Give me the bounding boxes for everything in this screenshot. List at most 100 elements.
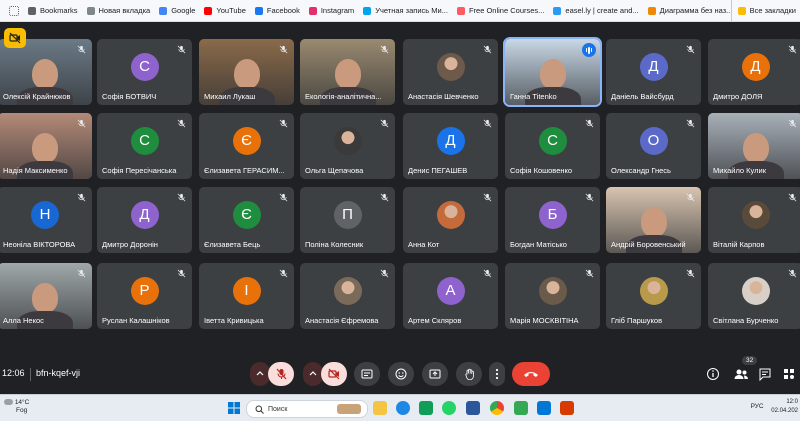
participant-tile[interactable]: Д Дмитро Доронін <box>97 187 192 253</box>
participant-tile[interactable]: С Софія Кошовенко <box>505 113 600 179</box>
bookmark-item[interactable]: easel.ly | create and... <box>553 6 639 15</box>
participant-tile[interactable]: Анастасія Шевченко <box>403 39 498 105</box>
chat-button[interactable] <box>758 367 772 382</box>
participant-tile[interactable]: Олексій Крайнюков <box>0 39 92 105</box>
all-bookmarks-button[interactable]: Все закладки <box>730 0 796 21</box>
participant-tile[interactable]: Гліб Паршуков <box>606 263 701 329</box>
mic-off-icon <box>686 45 695 54</box>
bookmark-item[interactable]: Facebook <box>254 6 300 15</box>
present-button[interactable] <box>422 362 448 386</box>
mic-off-icon <box>77 45 86 54</box>
participant-tile[interactable]: Андрій Боровенський <box>606 187 701 253</box>
bookmark-item[interactable]: Учетная запись Ми... <box>363 6 448 15</box>
facebook-icon <box>254 6 263 15</box>
store-icon[interactable] <box>419 401 433 415</box>
raise-hand-button[interactable] <box>456 362 482 386</box>
edge-icon[interactable] <box>396 401 410 415</box>
bookmark-item[interactable]: Free Online Courses... <box>456 6 545 15</box>
participant-tile[interactable]: Михаил Лукаш <box>199 39 294 105</box>
easelly-icon <box>553 6 562 15</box>
start-button[interactable] <box>228 401 240 414</box>
camera-toggle-button[interactable] <box>321 362 347 386</box>
participant-tile[interactable]: Д Дмитро ДОЛЯ <box>708 39 800 105</box>
mail-icon[interactable] <box>537 401 551 415</box>
bookmark-item[interactable]: Bookmarks <box>28 6 78 15</box>
participant-tile[interactable]: П Поліна Колесник <box>300 187 395 253</box>
bookmark-label: Free Online Courses... <box>468 6 545 15</box>
apps-button[interactable] <box>9 5 19 16</box>
mic-options-button[interactable] <box>250 362 270 386</box>
mic-off-icon <box>788 45 797 54</box>
participant-tile[interactable]: Д Даніель Вайсбурд <box>606 39 701 105</box>
participant-tile[interactable]: Б Богдан Матісько <box>505 187 600 253</box>
bookmark-item[interactable]: Instagram <box>308 6 354 15</box>
participant-tile[interactable]: Віталій Карпов <box>708 187 800 253</box>
participant-name: Алла Некос <box>3 316 44 325</box>
more-vert-icon <box>495 368 499 380</box>
mic-off-icon <box>483 193 492 202</box>
camera-options-button[interactable] <box>303 362 323 386</box>
weather-widget[interactable]: 14°C Fog <box>4 399 29 415</box>
participant-tile[interactable]: Марія МОСКВІТІНА <box>505 263 600 329</box>
leave-call-button[interactable] <box>512 362 550 386</box>
participant-tile[interactable]: Д Денис ПЕГАШЕВ <box>403 113 498 179</box>
mic-off-icon <box>686 119 695 128</box>
participant-tile[interactable]: Р Руслан Калашніков <box>97 263 192 329</box>
activities-button[interactable] <box>782 367 796 381</box>
participant-name: Михайло Кулик <box>713 166 766 175</box>
participant-tile[interactable]: Ганна Titenko <box>503 37 602 107</box>
participant-tile[interactable]: Є Єлизавета ГЕРАСИМ... <box>199 113 294 179</box>
participant-tile[interactable]: Є Єлизавета Бець <box>199 187 294 253</box>
word-icon[interactable] <box>466 401 480 415</box>
participant-tile[interactable]: А Артем Скляров <box>403 263 498 329</box>
participant-tile[interactable]: І Іветта Кривицька <box>199 263 294 329</box>
participant-tile[interactable]: Світлана Бурченко <box>708 263 800 329</box>
participant-tile[interactable]: О Олександр Гнесь <box>606 113 701 179</box>
emoji-icon <box>395 368 407 380</box>
participant-avatar: Н <box>31 200 59 229</box>
mic-off-icon <box>380 119 389 128</box>
language-indicator[interactable]: РУС <box>751 402 764 411</box>
participant-tile[interactable]: Анастасія Єфремова <box>300 263 395 329</box>
more-options-button[interactable] <box>489 362 505 386</box>
speaking-indicator-icon <box>582 43 596 57</box>
bookmark-item[interactable]: Google <box>159 6 195 15</box>
whatsapp-icon[interactable] <box>442 401 456 415</box>
participant-tile[interactable]: Н Неоніла ВІКТОРОВА <box>0 187 92 253</box>
microsoft-icon <box>363 6 372 15</box>
participant-tile[interactable]: Михайло Кулик <box>708 113 800 179</box>
participant-tile[interactable]: Екологія-аналітична... <box>300 39 395 105</box>
clock-time[interactable]: 12:0 <box>786 399 798 405</box>
file-explorer-icon[interactable] <box>373 401 387 415</box>
participant-tile[interactable]: Алла Некос <box>0 263 92 329</box>
participant-tile[interactable]: Надія Максименко <box>0 113 92 179</box>
participant-name: Дмитро ДОЛЯ <box>713 92 763 101</box>
clock-date[interactable]: 02.04.202 <box>771 408 798 414</box>
taskbar-search[interactable]: Поиск <box>246 400 368 418</box>
captions-button[interactable] <box>354 362 380 386</box>
meeting-details-button[interactable] <box>706 367 720 381</box>
bookmark-item[interactable]: Новая вкладка <box>86 6 150 15</box>
participant-avatar: С <box>130 52 159 81</box>
bookmark-item[interactable]: Диаграмма без наз... <box>647 6 732 15</box>
mic-off-icon <box>77 193 86 202</box>
participant-tile[interactable]: Анна Кот <box>403 187 498 253</box>
participant-avatar: С <box>538 126 567 155</box>
mic-off-icon <box>177 119 186 128</box>
powerpoint-icon[interactable] <box>560 401 574 415</box>
participant-tile[interactable]: С Софія Пересічанська <box>97 113 192 179</box>
participant-name: Марія МОСКВІТІНА <box>510 316 579 325</box>
video-off-icon <box>9 32 21 44</box>
reactions-button[interactable] <box>388 362 414 386</box>
mic-off-icon <box>77 269 86 278</box>
participant-tile[interactable]: С Софія БОТВИЧ <box>97 39 192 105</box>
chrome-icon[interactable] <box>490 401 504 415</box>
people-button[interactable] <box>733 367 749 381</box>
participant-tile[interactable]: Ольга Щепачова <box>300 113 395 179</box>
app-icon[interactable] <box>514 401 528 415</box>
bookmark-item[interactable]: YouTube <box>204 6 246 15</box>
mic-toggle-button[interactable] <box>268 362 294 386</box>
camera-off-indicator[interactable] <box>4 28 26 48</box>
participant-name: Софія Кошовенко <box>510 166 573 175</box>
participant-name: Ольга Щепачова <box>305 166 364 175</box>
